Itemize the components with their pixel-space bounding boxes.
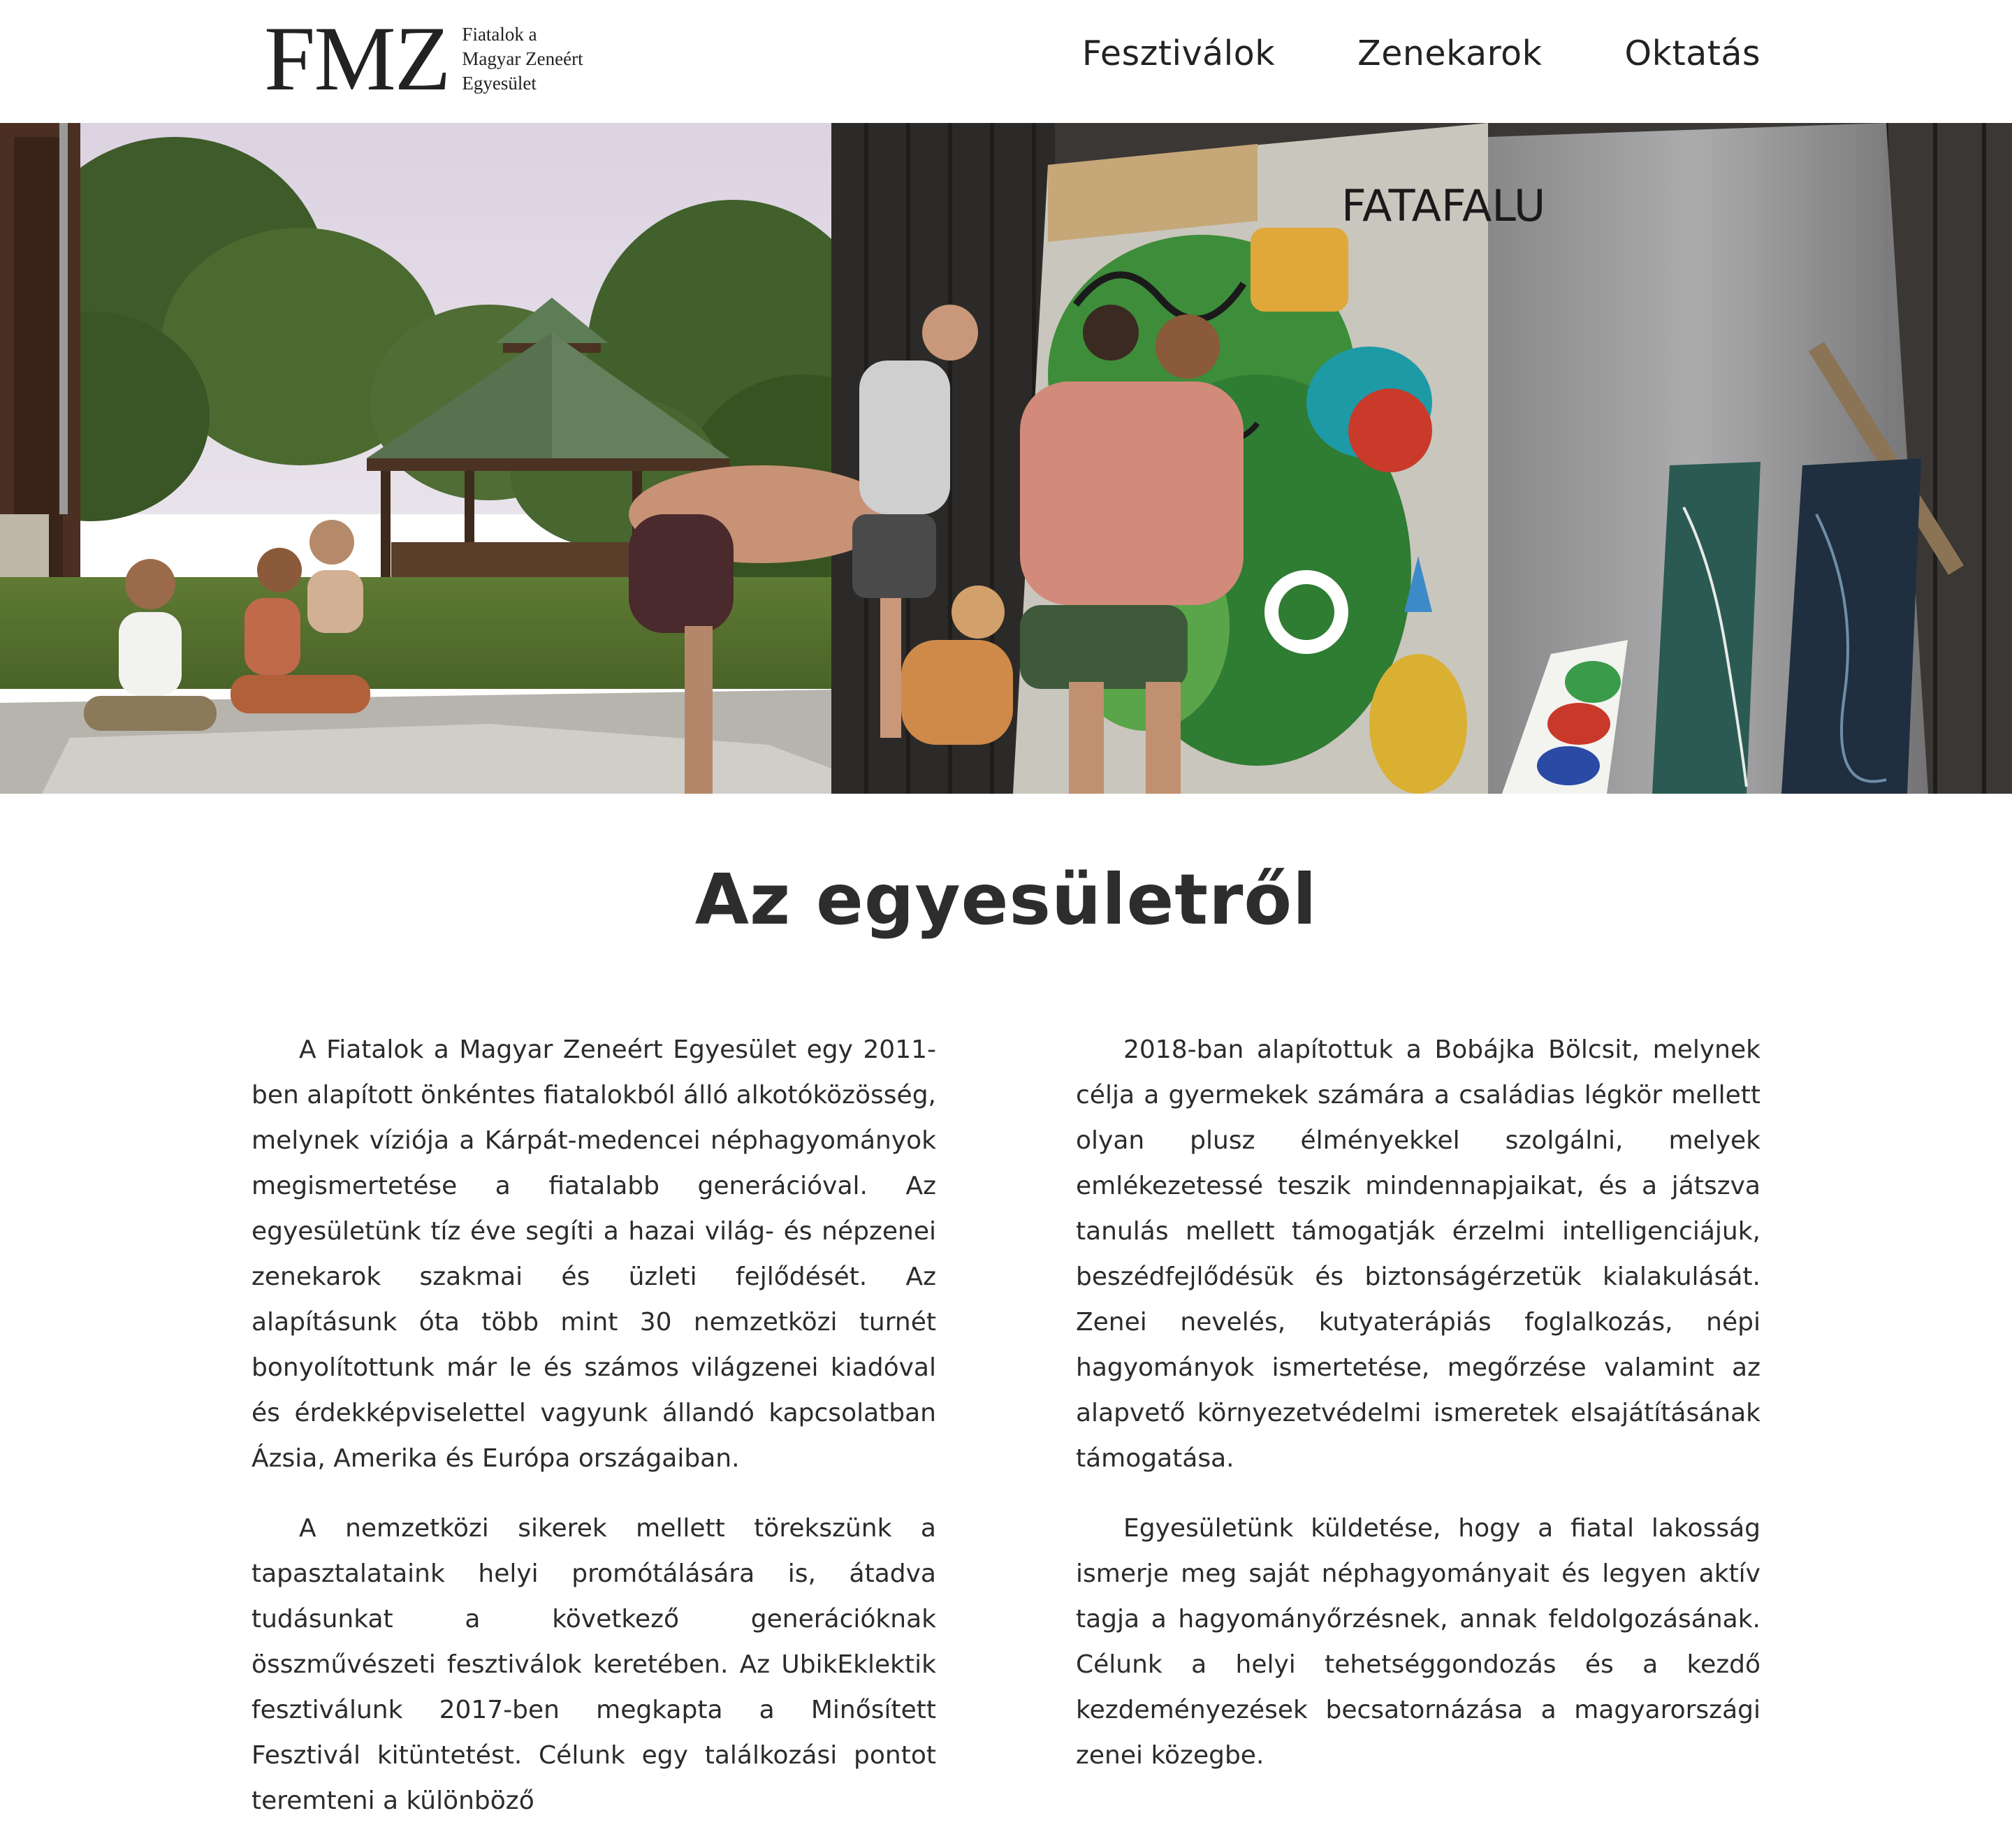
logo-line-3: Egyesület — [462, 72, 537, 94]
about-paragraph: A nemzetközi sikerek mellett törekszünk … — [252, 1514, 936, 1815]
about-title: Az egyesületről — [694, 859, 1318, 940]
main-nav: Fesztiválok Zenekarok Oktatás — [1082, 34, 1760, 73]
about-column-left: A Fiatalok a Magyar Zeneért Egyesület eg… — [252, 1027, 936, 1848]
nav-link-bands[interactable]: Zenekarok — [1357, 34, 1542, 73]
logo-mark: FMZ — [264, 7, 451, 110]
about-paragraph: A Fiatalok a Magyar Zeneért Egyesület eg… — [252, 1035, 936, 1473]
about-paragraph: 2018-ban alapítottuk a Bobájka Bölcsit, … — [1076, 1035, 1760, 1473]
logo-line-2: Magyar Zeneért — [462, 48, 583, 69]
hero-illustration: FATAFALU — [0, 123, 2012, 794]
logo-line-1: Fiatalok a — [462, 23, 537, 45]
left-house — [0, 123, 80, 640]
nav-link-festivals[interactable]: Fesztiválok — [1082, 34, 1275, 73]
hero-photo: FATAFALU — [0, 123, 2012, 794]
site-logo[interactable]: FMZ Fiatalok a Magyar Zeneért Egyesület — [264, 13, 583, 105]
logo-subtitle: Fiatalok a Magyar Zeneért Egyesület — [462, 22, 583, 96]
site-header: FMZ Fiatalok a Magyar Zeneért Egyesület … — [0, 0, 2012, 123]
mural-text: FATAFALU — [1341, 180, 1545, 231]
about-column-right: 2018-ban alapítottuk a Bobájka Bölcsit, … — [1076, 1027, 1760, 1803]
about-paragraph: Egyesületünk küldetése, hogy a fiatal la… — [1076, 1514, 1760, 1770]
nav-link-education[interactable]: Oktatás — [1625, 34, 1760, 73]
